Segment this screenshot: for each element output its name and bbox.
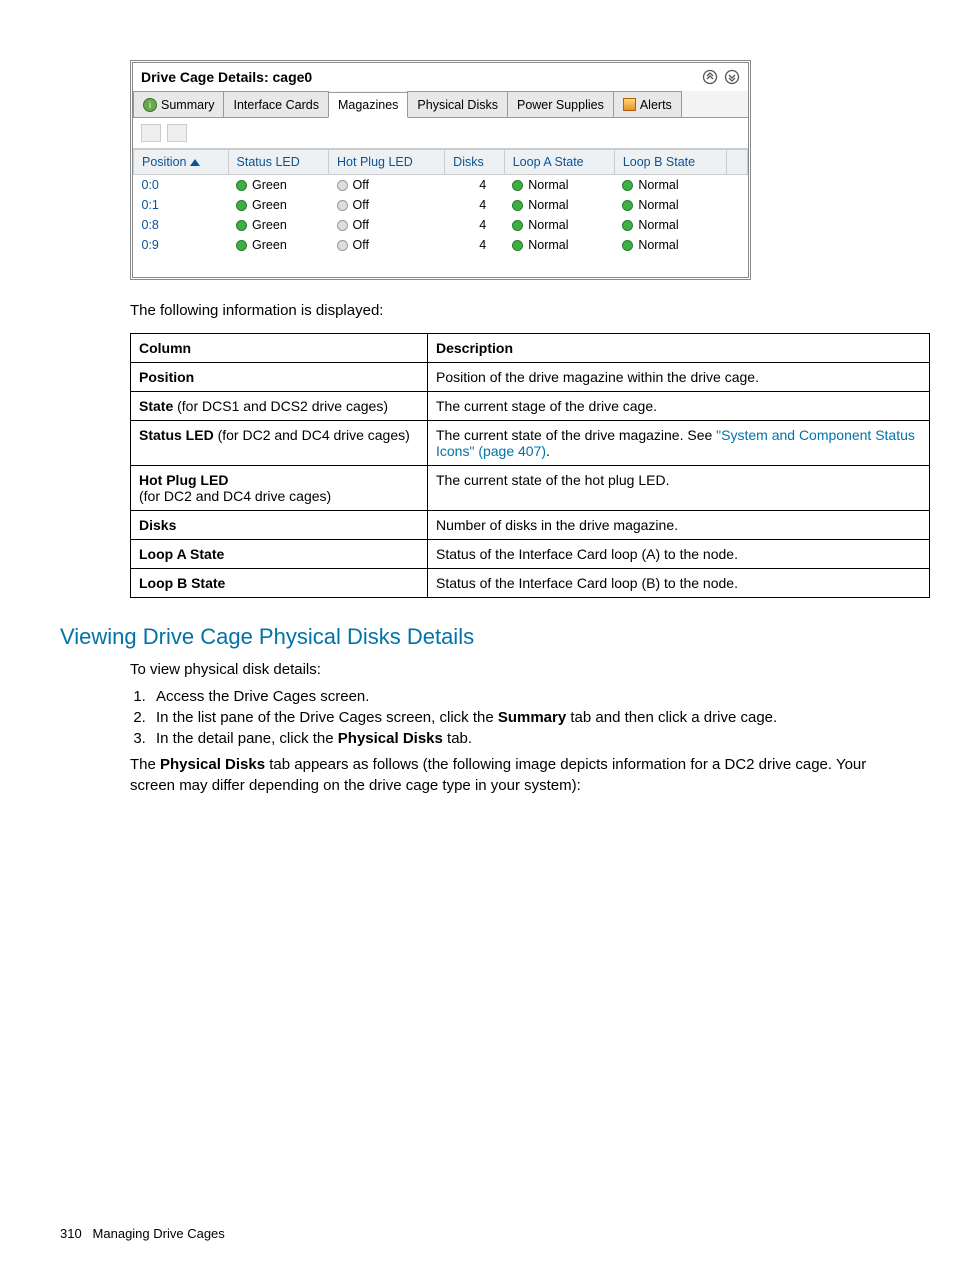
col-desc: Position of the drive magazine within th…	[428, 363, 930, 392]
table-row[interactable]: 0:9 Green Off 4 Normal Normal	[134, 235, 748, 255]
page-footer: 310 Managing Drive Cages	[60, 1226, 225, 1241]
cell-loop-a: Normal	[504, 215, 614, 235]
col-desc: The current stage of the drive cage.	[428, 392, 930, 421]
col-desc: The current state of the hot plug LED.	[428, 466, 930, 511]
toolbar-button-2[interactable]	[167, 124, 187, 142]
col-desc: Number of disks in the drive magazine.	[428, 511, 930, 540]
cell-disks: 4	[445, 215, 505, 235]
magazine-grid: Position Status LED Hot Plug LED Disks L…	[133, 149, 748, 255]
header-description: Description	[428, 334, 930, 363]
panel-header: Drive Cage Details: cage0	[133, 63, 748, 91]
cell-loop-b: Normal	[614, 235, 726, 255]
status-dot-green	[512, 200, 523, 211]
steps-list: Access the Drive Cages screen. In the li…	[150, 688, 894, 747]
col-spacer	[726, 150, 747, 175]
cell-position: 0:9	[134, 235, 229, 255]
toolbar	[133, 118, 748, 149]
col-status-led[interactable]: Status LED	[228, 150, 328, 175]
col-label: Loop B State	[139, 575, 225, 591]
status-dot-off	[337, 220, 348, 231]
status-dot-green	[622, 180, 633, 191]
col-label: Disks	[139, 517, 176, 533]
status-dot-off	[337, 180, 348, 191]
status-dot-green	[236, 240, 247, 251]
drive-cage-panel: Drive Cage Details: cage0 iSummary Inter…	[130, 60, 751, 280]
col-desc: Status of the Interface Card loop (A) to…	[428, 540, 930, 569]
status-dot-green	[236, 200, 247, 211]
cell-hot: Off	[329, 175, 445, 196]
step-1: Access the Drive Cages screen.	[150, 688, 894, 705]
alert-icon	[623, 98, 636, 111]
col-label: Loop A State	[139, 546, 224, 562]
cell-loop-a: Normal	[504, 195, 614, 215]
col-desc: Status of the Interface Card loop (B) to…	[428, 569, 930, 598]
status-dot-green	[622, 200, 633, 211]
table-row[interactable]: 0:1 Green Off 4 Normal Normal	[134, 195, 748, 215]
intro-text: The following information is displayed:	[130, 302, 894, 319]
status-dot-green	[622, 240, 633, 251]
status-dot-green	[512, 220, 523, 231]
cell-loop-a: Normal	[504, 235, 614, 255]
cell-loop-b: Normal	[614, 195, 726, 215]
status-dot-off	[337, 240, 348, 251]
table-row[interactable]: 0:8 Green Off 4 Normal Normal	[134, 215, 748, 235]
cell-hot: Off	[329, 195, 445, 215]
tab-summary[interactable]: iSummary	[133, 91, 224, 117]
col-disks[interactable]: Disks	[445, 150, 505, 175]
cell-disks: 4	[445, 235, 505, 255]
cell-position: 0:0	[134, 175, 229, 196]
collapse-up-icon[interactable]	[702, 69, 718, 85]
status-dot-green	[512, 180, 523, 191]
cell-loop-b: Normal	[614, 175, 726, 196]
col-label: Status LED (for DC2 and DC4 drive cages)	[131, 421, 428, 466]
status-dot-green	[236, 220, 247, 231]
info-icon: i	[143, 98, 157, 112]
col-label: Position	[139, 369, 194, 385]
cell-status: Green	[228, 215, 328, 235]
status-dot-green	[622, 220, 633, 231]
cell-hot: Off	[329, 235, 445, 255]
tab-physical-disks[interactable]: Physical Disks	[407, 91, 508, 117]
sort-asc-icon	[190, 159, 200, 166]
trailing-para: The Physical Disks tab appears as follow…	[130, 755, 894, 796]
header-column: Column	[131, 334, 428, 363]
cell-status: Green	[228, 195, 328, 215]
cell-loop-b: Normal	[614, 215, 726, 235]
panel-title: Drive Cage Details: cage0	[141, 69, 312, 85]
tab-interface-cards[interactable]: Interface Cards	[223, 91, 328, 117]
col-label: Hot Plug LED(for DC2 and DC4 drive cages…	[131, 466, 428, 511]
step-2: In the list pane of the Drive Cages scre…	[150, 709, 894, 726]
status-dot-green	[236, 180, 247, 191]
col-loop-b[interactable]: Loop B State	[614, 150, 726, 175]
chapter-name: Managing Drive Cages	[93, 1226, 225, 1241]
status-dot-off	[337, 200, 348, 211]
collapse-down-icon[interactable]	[724, 69, 740, 85]
description-table: Column Description Position Position of …	[130, 333, 930, 598]
cell-status: Green	[228, 175, 328, 196]
tab-power-supplies[interactable]: Power Supplies	[507, 91, 614, 117]
col-position[interactable]: Position	[134, 150, 229, 175]
step-3: In the detail pane, click the Physical D…	[150, 730, 894, 747]
cell-disks: 4	[445, 195, 505, 215]
col-label: State (for DCS1 and DCS2 drive cages)	[131, 392, 428, 421]
status-dot-green	[512, 240, 523, 251]
cell-status: Green	[228, 235, 328, 255]
cell-hot: Off	[329, 215, 445, 235]
cell-position: 0:8	[134, 215, 229, 235]
toolbar-button-1[interactable]	[141, 124, 161, 142]
tabs: iSummary Interface Cards Magazines Physi…	[133, 91, 748, 118]
section-lead: To view physical disk details:	[130, 660, 894, 680]
cell-position: 0:1	[134, 195, 229, 215]
col-loop-a[interactable]: Loop A State	[504, 150, 614, 175]
col-desc: The current state of the drive magazine.…	[428, 421, 930, 466]
section-heading: Viewing Drive Cage Physical Disks Detail…	[60, 624, 894, 650]
page-number: 310	[60, 1226, 82, 1241]
tab-magazines[interactable]: Magazines	[328, 92, 408, 118]
cell-disks: 4	[445, 175, 505, 196]
tab-alerts[interactable]: Alerts	[613, 91, 682, 117]
table-row[interactable]: 0:0 Green Off 4 Normal Normal	[134, 175, 748, 196]
col-hot-plug[interactable]: Hot Plug LED	[329, 150, 445, 175]
cell-loop-a: Normal	[504, 175, 614, 196]
